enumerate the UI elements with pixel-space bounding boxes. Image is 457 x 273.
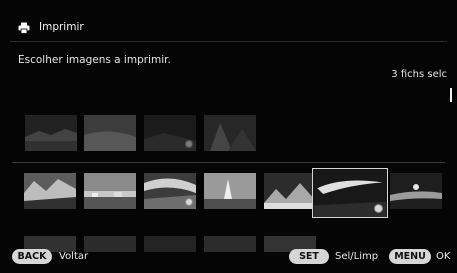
selected-check-icon — [185, 198, 193, 206]
thumbnail[interactable] — [84, 115, 136, 151]
thumbnail[interactable] — [24, 173, 76, 209]
footer-bar: BACK Voltar SET Sel/Limp MENU OK — [0, 249, 457, 265]
page-title: Imprimir — [39, 21, 84, 33]
menu-button[interactable]: MENU — [389, 249, 431, 264]
thumbnail[interactable] — [84, 173, 136, 209]
print-selection-screen: Imprimir Escolher imagens a imprimir. 3 … — [0, 0, 457, 273]
printer-icon — [18, 22, 30, 34]
focused-thumbnail[interactable] — [312, 168, 388, 218]
back-button[interactable]: BACK — [12, 249, 52, 264]
set-button[interactable]: SET — [289, 249, 329, 264]
set-label: Sel/Limp — [335, 251, 379, 262]
header-divider — [10, 41, 447, 42]
thumbnail[interactable] — [204, 115, 256, 151]
thumbnail-row-current — [0, 173, 457, 213]
row-divider — [12, 162, 445, 163]
header-bar: Imprimir — [0, 16, 457, 42]
selected-check-icon — [374, 204, 383, 213]
selected-check-icon — [185, 140, 193, 148]
thumbnail[interactable] — [144, 115, 196, 151]
thumbnail[interactable] — [390, 173, 442, 209]
selected-count: 3 fichs selc — [391, 69, 447, 80]
menu-label: OK — [436, 251, 451, 262]
instruction-text: Escolher imagens a imprimir. — [18, 54, 171, 66]
thumbnail-row-previous — [0, 115, 457, 155]
scrollbar-indicator[interactable] — [450, 88, 452, 102]
back-label: Voltar — [59, 251, 89, 262]
thumbnail[interactable] — [204, 173, 256, 209]
thumbnail[interactable] — [25, 115, 77, 151]
thumbnail[interactable] — [264, 173, 316, 209]
thumbnail[interactable] — [144, 173, 196, 209]
